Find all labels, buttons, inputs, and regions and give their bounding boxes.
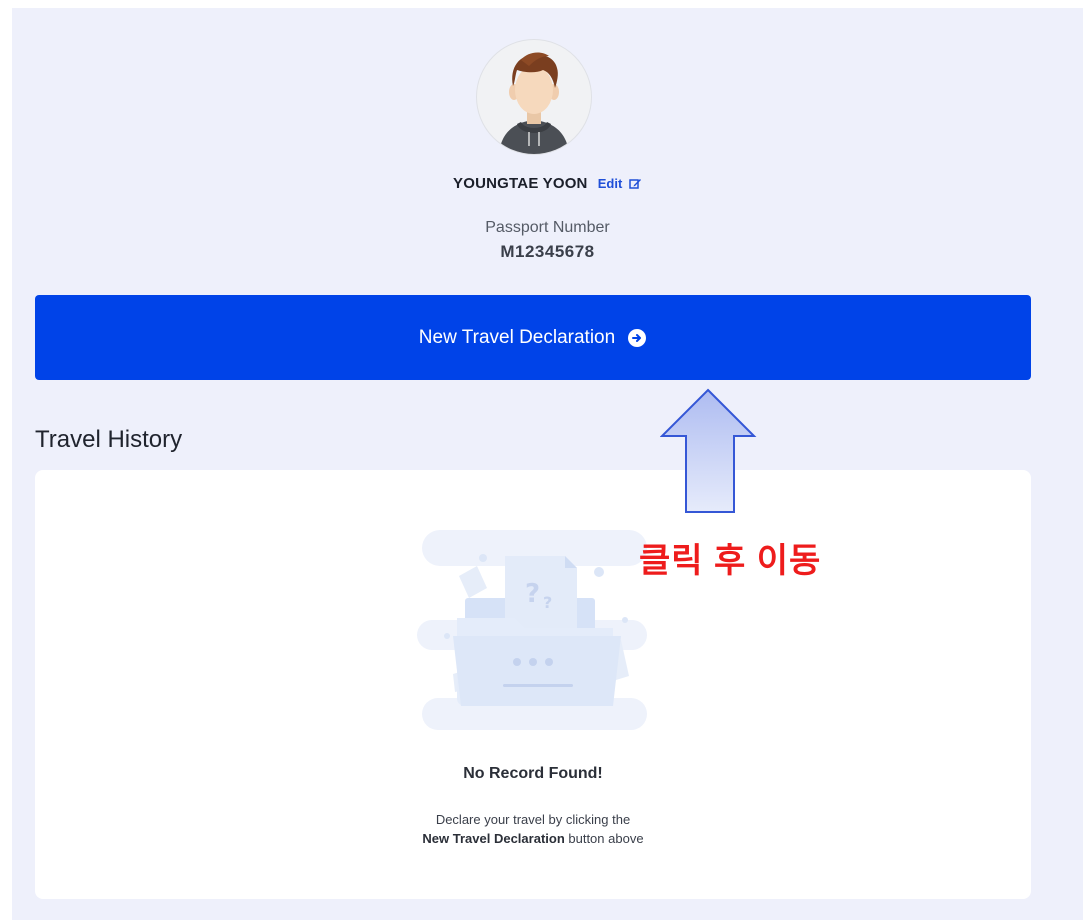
empty-folder-illustration-icon: ? ?	[417, 530, 647, 730]
edit-profile-link[interactable]: Edit	[598, 176, 642, 191]
annotation-text: 클릭 후 이동	[639, 542, 822, 580]
svg-text:?: ?	[543, 593, 552, 612]
no-record-desc-suffix: button above	[564, 831, 644, 846]
no-record-title: No Record Found!	[463, 765, 603, 782]
user-avatar-icon	[499, 52, 569, 154]
no-record-desc-line1: Declare your travel by clicking the	[435, 812, 631, 827]
no-record-description: Declare your travel by clicking the New …	[35, 810, 1031, 848]
no-record-desc-bold: New Travel Declaration	[422, 831, 565, 846]
passport-label: Passport Number	[485, 219, 610, 236]
avatar	[476, 39, 592, 155]
profile-name: YOUNGTAE YOON	[453, 175, 588, 192]
travel-history-title: Travel History	[35, 426, 183, 453]
new-travel-declaration-label: New Travel Declaration	[418, 326, 616, 348]
edit-icon	[629, 179, 641, 189]
arrow-right-circle-icon	[628, 328, 647, 347]
annotation-up-arrow-icon	[660, 388, 757, 513]
svg-text:?: ?	[525, 579, 540, 609]
edit-label: Edit	[597, 176, 623, 191]
new-travel-declaration-button[interactable]: New Travel Declaration	[35, 295, 1031, 380]
page-background: YOUNGTAE YOON Edit Passport Number M1234…	[12, 8, 1083, 920]
travel-history-card: ? ? No Record Found! Declare your travel…	[35, 470, 1031, 899]
profile-name-row: YOUNGTAE YOON Edit	[12, 175, 1083, 192]
passport-number: M12345678	[500, 242, 595, 261]
